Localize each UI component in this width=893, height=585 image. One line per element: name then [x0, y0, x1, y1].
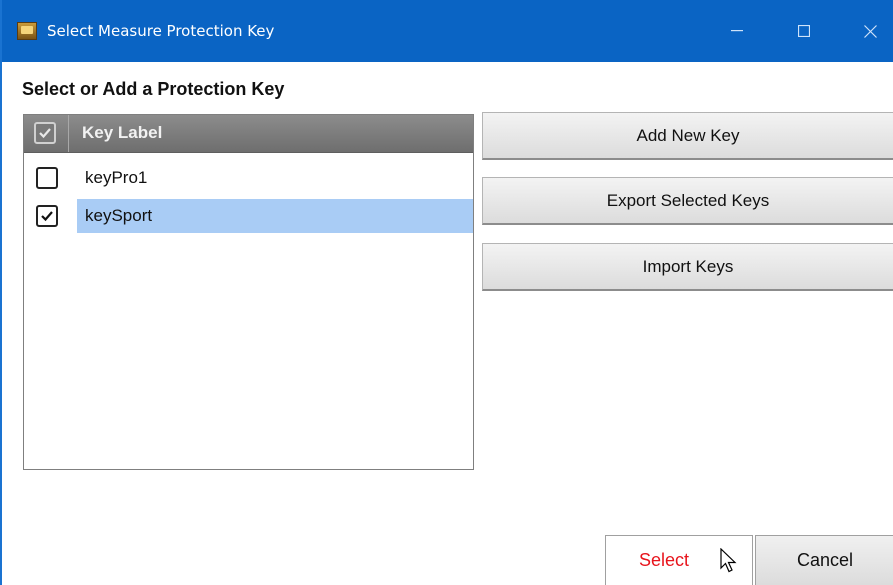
window-title: Select Measure Protection Key	[47, 22, 275, 40]
dialog-window: Select Measure Protection Key Select or …	[0, 0, 893, 585]
minimize-button[interactable]	[714, 0, 760, 62]
close-button[interactable]	[847, 0, 893, 62]
key-label-column-header[interactable]: Key Label	[82, 123, 162, 143]
select-button-label: Select	[638, 550, 690, 570]
minimize-icon	[731, 30, 743, 32]
row-label[interactable]: keySport	[77, 199, 473, 233]
checkmark-icon	[41, 211, 53, 222]
key-list[interactable]: Key Label keyPro1 keySport	[23, 114, 474, 470]
close-icon	[863, 24, 877, 38]
import-keys-button[interactable]: Import Keys	[482, 243, 893, 291]
maximize-button[interactable]	[781, 0, 827, 62]
select-all-checkbox[interactable]	[34, 122, 56, 144]
header-separator	[68, 115, 69, 152]
list-header: Key Label	[24, 115, 473, 153]
row-label[interactable]: keyPro1	[77, 161, 473, 195]
list-row-keypro1[interactable]: keyPro1	[24, 161, 473, 195]
export-selected-keys-button[interactable]: Export Selected Keys	[482, 177, 893, 225]
row-checkbox[interactable]	[36, 167, 58, 189]
app-icon	[17, 22, 37, 40]
list-row-keysport[interactable]: keySport	[24, 199, 473, 233]
row-checkbox[interactable]	[36, 205, 58, 227]
title-bar[interactable]: Select Measure Protection Key	[2, 0, 893, 62]
add-new-key-button[interactable]: Add New Key	[482, 112, 893, 160]
cancel-button[interactable]: Cancel	[755, 535, 893, 585]
mouse-pointer-icon	[720, 548, 737, 573]
section-title: Select or Add a Protection Key	[22, 79, 285, 99]
maximize-icon	[798, 25, 810, 37]
checkmark-icon	[39, 128, 51, 139]
